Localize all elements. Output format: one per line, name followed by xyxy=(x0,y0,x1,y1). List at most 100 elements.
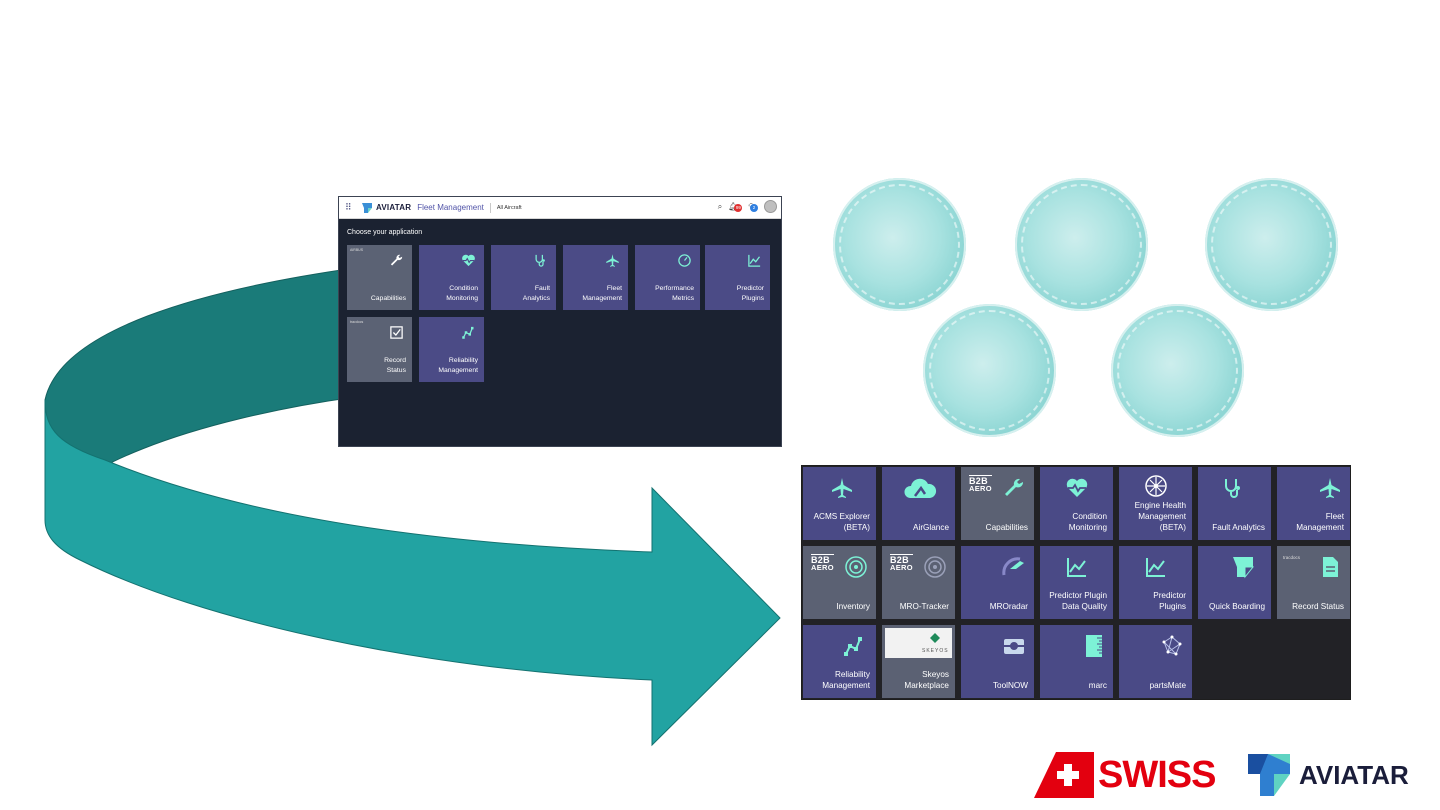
tile-label: Predictor Plugins xyxy=(1153,591,1186,611)
radar-plane-icon xyxy=(1002,557,1024,576)
tile-label: AirGlance xyxy=(913,523,949,532)
tile-predictor-plugin-data-quality[interactable]: Predictor Plugin Data Quality xyxy=(1040,546,1113,619)
page-title: Choose your application xyxy=(347,229,423,236)
radar-icon xyxy=(924,556,946,578)
tile-predictor-plugins[interactable]: Predictor Plugins xyxy=(705,245,770,310)
tile-reliability-management[interactable]: Reliability Management xyxy=(803,625,876,698)
airplane-icon xyxy=(606,254,619,267)
tile-toolnow[interactable]: ToolNOW xyxy=(961,625,1034,698)
gauge-icon xyxy=(678,254,691,267)
tile-label: Record Status xyxy=(1292,602,1344,611)
tile-condition-monitoring[interactable]: Condition Monitoring xyxy=(419,245,484,310)
app-grid-icon[interactable]: ⠿ xyxy=(345,203,355,212)
tile-predictor-plugins[interactable]: Predictor Plugins xyxy=(1119,546,1192,619)
toolbar-icons: ⌕ 🔔︎99 💡︎2 xyxy=(718,200,777,213)
tile-label: Predictor Plugin Data Quality xyxy=(1049,591,1107,611)
aviatar-mark-icon xyxy=(362,202,372,213)
heartbeat-icon xyxy=(462,254,475,267)
tracdocs-mini-logo: tracdocs xyxy=(1283,555,1301,560)
tile-reliability-management[interactable]: Reliability Management xyxy=(419,317,484,382)
tile-acms-explorer[interactable]: ACMS Explorer (BETA) xyxy=(803,467,876,540)
aviatar-logo: AVIATAR xyxy=(1246,752,1409,798)
app-grid-screenshot: ACMS Explorer (BETA) AirGlance B2B AERO C… xyxy=(801,465,1351,700)
brand-logo[interactable]: AVIATAR xyxy=(361,202,411,214)
aircraft-scope[interactable]: All Aircraft xyxy=(497,205,522,211)
avatar[interactable] xyxy=(764,200,777,213)
tile-label: MROradar xyxy=(989,602,1028,611)
brand-name: AVIATAR xyxy=(376,203,412,212)
tile-label: Condition Monitoring xyxy=(1068,512,1107,532)
airplane-icon xyxy=(832,478,852,498)
aviatar-mark-icon xyxy=(1248,754,1290,796)
aviatar-wordmark: AVIATAR xyxy=(1299,760,1409,790)
swiss-tail-icon xyxy=(1034,752,1094,798)
help-badge: 2 xyxy=(750,203,758,212)
tile-mroradar[interactable]: MROradar xyxy=(961,546,1034,619)
tile-fleet-management[interactable]: Fleet Management xyxy=(563,245,628,310)
b2b-aero-logo: B2B AERO xyxy=(969,475,992,493)
tile-mro-tracker[interactable]: B2B AERO MRO-Tracker xyxy=(882,546,955,619)
stethoscope-icon xyxy=(535,254,545,267)
globe-sphere xyxy=(923,304,1056,437)
wrench-icon xyxy=(1005,478,1024,496)
app-launcher-screenshot: ⠿ AVIATAR Fleet Management All Aircraft … xyxy=(338,196,782,447)
tile-partsmate[interactable]: partsMate xyxy=(1119,625,1192,698)
tile-label: Capabilities xyxy=(985,523,1028,532)
tile-quick-boarding[interactable]: Quick Boarding xyxy=(1198,546,1271,619)
ruler-icon xyxy=(1086,635,1102,657)
tile-marc[interactable]: marc xyxy=(1040,625,1113,698)
skeyos-wordmark: SKEYOS xyxy=(922,648,949,654)
globe-sphere xyxy=(1015,178,1148,311)
tile-record-status[interactable]: tracdocs Record Status xyxy=(347,317,412,382)
tile-label: Reliability Management xyxy=(438,357,478,374)
diamond-icon xyxy=(930,633,940,643)
lightbulb-icon[interactable]: 💡︎2 xyxy=(748,202,758,212)
line-chart-icon xyxy=(1146,558,1165,577)
bell-icon[interactable]: 🔔︎99 xyxy=(728,202,743,212)
wrench-icon xyxy=(390,254,403,266)
globe-sphere xyxy=(1205,178,1338,311)
tile-label: Predictor Plugins xyxy=(736,285,764,302)
nodes-chart-icon xyxy=(844,637,862,656)
airbus-mini-logo: AIRBUS xyxy=(350,248,364,252)
tile-inventory[interactable]: B2B AERO Inventory xyxy=(803,546,876,619)
line-chart-icon xyxy=(748,254,761,267)
tile-label: ToolNOW xyxy=(992,681,1028,690)
swiss-wordmark: SWISS xyxy=(1098,754,1216,796)
cloud-icon xyxy=(904,478,937,498)
swiss-logo: SWISS xyxy=(1034,752,1226,798)
tile-engine-health-management[interactable]: Engine Health Management (BETA) xyxy=(1119,467,1192,540)
divider xyxy=(489,202,491,213)
line-chart-icon xyxy=(1067,558,1086,577)
top-bar: ⠿ AVIATAR Fleet Management All Aircraft … xyxy=(339,197,781,219)
search-icon[interactable]: ⌕ xyxy=(718,202,722,212)
tile-label: Performance Metrics xyxy=(655,285,694,302)
aviatar-logo-icon xyxy=(1233,557,1255,579)
tile-performance-metrics[interactable]: Performance Metrics xyxy=(635,245,700,310)
toolbox-icon xyxy=(1004,639,1024,654)
tile-fault-analytics[interactable]: Fault Analytics xyxy=(491,245,556,310)
tile-record-status[interactable]: tracdocs Record Status xyxy=(1277,546,1350,619)
tile-airglance[interactable]: AirGlance xyxy=(882,467,955,540)
tile-skeyos-marketplace[interactable]: SKEYOS Skeyos Marketplace xyxy=(882,625,955,698)
tile-capabilities[interactable]: AIRBUS Capabilities xyxy=(347,245,412,310)
tile-condition-monitoring[interactable]: Condition Monitoring xyxy=(1040,467,1113,540)
b2b-aero-logo: B2B AERO xyxy=(890,554,913,572)
app-name[interactable]: Fleet Management xyxy=(417,203,484,212)
tile-label: Capabilities xyxy=(370,295,406,302)
tile-fault-analytics[interactable]: Fault Analytics xyxy=(1198,467,1271,540)
radar-icon xyxy=(845,556,867,578)
tile-label: Fault Analytics xyxy=(522,285,550,302)
heartbeat-icon xyxy=(1066,478,1088,497)
nodes-chart-icon xyxy=(462,326,474,339)
tile-label: Engine Health Management (BETA) xyxy=(1134,501,1186,532)
document-icon xyxy=(1323,557,1338,577)
tile-label: marc xyxy=(1088,681,1107,690)
tile-label: MRO-Tracker xyxy=(899,602,949,611)
stethoscope-icon xyxy=(1225,479,1240,498)
tile-fleet-management[interactable]: Fleet Management xyxy=(1277,467,1350,540)
tile-label: ACMS Explorer (BETA) xyxy=(813,512,870,532)
globe-sphere xyxy=(1111,304,1244,437)
globe-sphere xyxy=(833,178,966,311)
tile-capabilities[interactable]: B2B AERO Capabilities xyxy=(961,467,1034,540)
